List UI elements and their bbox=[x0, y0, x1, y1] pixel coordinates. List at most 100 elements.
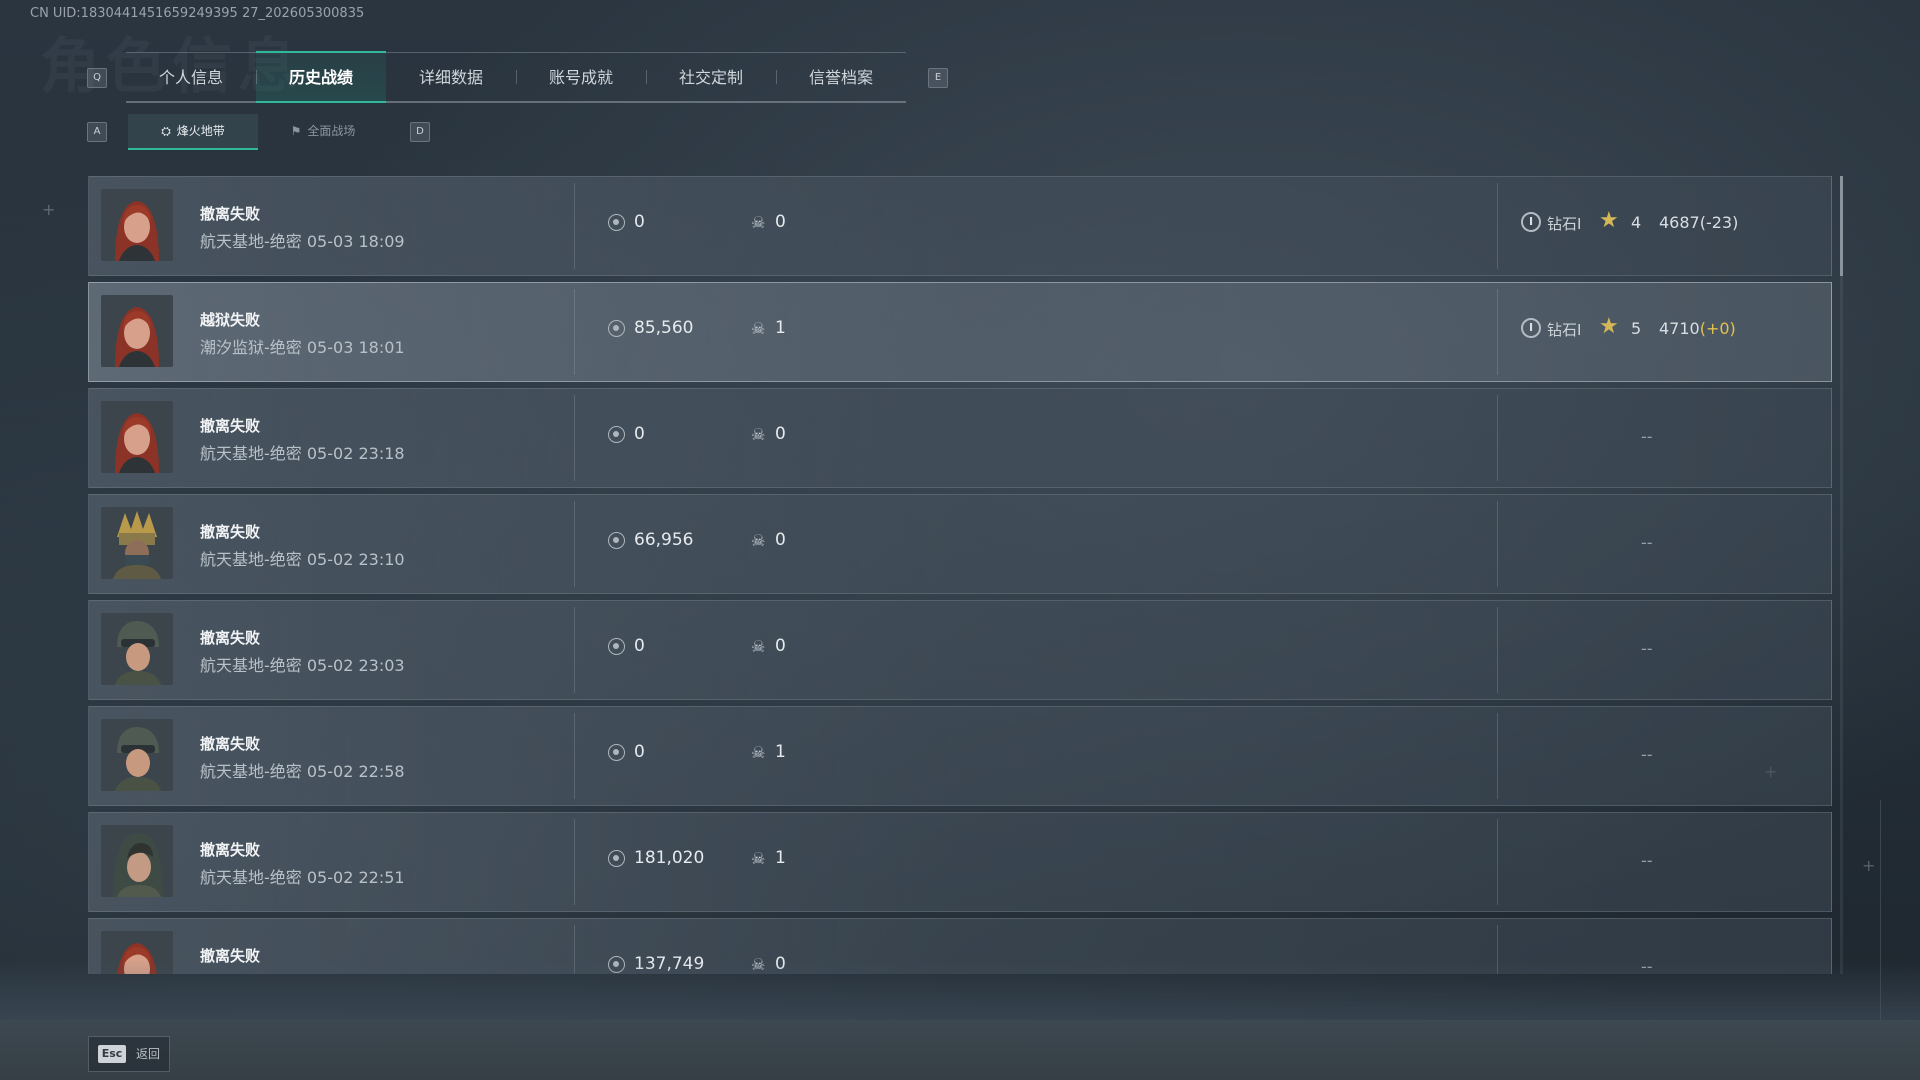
tab-2[interactable]: 历史战绩 bbox=[256, 51, 386, 103]
match-time: 05-02 23:18 bbox=[306, 444, 405, 463]
operator-avatar bbox=[101, 719, 173, 791]
match-map-time: 航天基地-绝密 05-02 23:03 bbox=[200, 652, 405, 676]
bottom-fog bbox=[0, 960, 1920, 1020]
score-value: 4710 bbox=[1659, 319, 1700, 338]
match-map-time: 航天基地-绝密 05-02 22:58 bbox=[200, 758, 405, 782]
loot-value: 0 bbox=[634, 742, 645, 762]
match-row[interactable]: 撤离失败 航天基地-绝密 05-03 18:09 0 ☠ 0 I 钻石I ★ 4 4687(-23… bbox=[88, 176, 1832, 276]
next-tab-key[interactable]: E bbox=[928, 68, 948, 88]
skull-icon: ☠ bbox=[751, 425, 766, 444]
loot-value: 0 bbox=[634, 636, 645, 656]
match-row[interactable]: 撤离失败航天基地-绝密 05-02 23:10 66,956 ☠ 0 -- bbox=[88, 494, 1832, 594]
match-row[interactable]: 撤离失败 航天基地-绝密 05-02 23:18 0 ☠ 0 -- bbox=[88, 388, 1832, 488]
match-result: 撤离失败 bbox=[200, 629, 261, 647]
subtab-2[interactable]: ⚑ 全面战场 bbox=[258, 114, 388, 148]
scrollbar-track[interactable] bbox=[1840, 176, 1843, 974]
back-button[interactable]: Esc 返回 bbox=[88, 1036, 170, 1072]
match-time: 05-02 22:51 bbox=[306, 868, 405, 887]
divider bbox=[574, 289, 575, 375]
match-result: 越狱失败 bbox=[200, 311, 261, 329]
divider bbox=[574, 501, 575, 587]
kill-count: 1 bbox=[775, 742, 786, 762]
coin-icon bbox=[608, 532, 625, 549]
coin-icon bbox=[608, 638, 625, 655]
main-tabs: 个人信息 历史战绩 详细数据 账号成就 社交定制 信誉档案 bbox=[126, 51, 906, 103]
next-subtab-key[interactable]: D bbox=[410, 122, 430, 142]
prev-tab-key[interactable]: Q bbox=[87, 68, 107, 88]
operator-avatar bbox=[101, 401, 173, 473]
loot-value: 66,956 bbox=[634, 530, 694, 550]
match-row[interactable]: 撤离失败 航天基地-绝密 05-02 22:58 0 ☠ 1 -- bbox=[88, 706, 1832, 806]
match-map: 潮汐监狱-绝密 bbox=[200, 338, 302, 357]
scrollbar-thumb[interactable] bbox=[1840, 176, 1843, 276]
divider bbox=[1497, 819, 1498, 905]
match-map-time: 潮汐监狱-绝密 05-03 18:01 bbox=[200, 334, 405, 358]
match-row[interactable]: 越狱失败 潮汐监狱-绝密 05-03 18:01 85,560 ☠ 1 I 钻石I ★ 5 471… bbox=[88, 282, 1832, 382]
operator-avatar bbox=[101, 507, 173, 579]
decor-cross: + bbox=[42, 200, 56, 219]
divider bbox=[1497, 607, 1498, 693]
prev-subtab-key[interactable]: A bbox=[87, 122, 107, 142]
score-value: 4687 bbox=[1659, 213, 1700, 232]
rank-empty: -- bbox=[1641, 427, 1653, 446]
match-row[interactable]: 撤离失败 航天基地-绝密 05-02 23:03 0 ☠ 0 -- bbox=[88, 600, 1832, 700]
battlefield-icon: ⚑ bbox=[290, 124, 302, 138]
match-map: 航天基地-绝密 bbox=[200, 444, 302, 463]
score-delta: (-23) bbox=[1699, 213, 1739, 232]
divider bbox=[574, 395, 575, 481]
operator-avatar bbox=[101, 613, 173, 685]
footer-bar bbox=[0, 1020, 1920, 1080]
divider bbox=[1497, 183, 1498, 269]
coin-icon bbox=[608, 426, 625, 443]
decor-cross: + bbox=[1862, 856, 1876, 875]
match-result: 撤离失败 bbox=[200, 841, 261, 859]
back-label: 返回 bbox=[136, 1047, 161, 1061]
star-icon: ★ bbox=[1599, 208, 1619, 233]
tab-5[interactable]: 社交定制 bbox=[646, 53, 776, 101]
subtab-label: 全面战场 bbox=[307, 124, 356, 138]
match-time: 05-02 22:58 bbox=[306, 762, 405, 781]
operator-avatar bbox=[101, 295, 173, 367]
rank-empty: -- bbox=[1641, 533, 1653, 552]
rank-icon: I bbox=[1521, 212, 1541, 232]
divider bbox=[574, 713, 575, 799]
match-map: 航天基地-绝密 bbox=[200, 656, 302, 675]
coin-icon bbox=[608, 214, 625, 231]
match-time: 05-03 18:09 bbox=[306, 232, 405, 251]
rank-empty: -- bbox=[1641, 851, 1653, 870]
score-delta: (+0) bbox=[1699, 319, 1736, 338]
subtab-label: 烽火地带 bbox=[176, 124, 225, 138]
match-map-time: 航天基地-绝密 05-02 23:10 bbox=[200, 546, 405, 570]
match-map: 航天基地-绝密 bbox=[200, 762, 302, 781]
divider bbox=[574, 819, 575, 905]
zone-icon: ⛭ bbox=[161, 124, 171, 138]
rank-score: 4710(+0) bbox=[1659, 319, 1736, 338]
tab-1[interactable]: 个人信息 bbox=[126, 53, 256, 101]
subtab-1[interactable]: ⛭ 烽火地带 bbox=[128, 114, 258, 150]
match-map: 航天基地-绝密 bbox=[200, 232, 302, 251]
tab-3[interactable]: 详细数据 bbox=[386, 53, 516, 101]
uid-label: CN UID:1830441451659249395 27_2026053008… bbox=[30, 6, 365, 21]
loot-value: 0 bbox=[634, 212, 645, 232]
match-time: 05-02 23:03 bbox=[306, 656, 405, 675]
rank-icon: I bbox=[1521, 318, 1541, 338]
skull-icon: ☠ bbox=[751, 743, 766, 762]
rank-score: 4687(-23) bbox=[1659, 213, 1738, 232]
skull-icon: ☠ bbox=[751, 319, 766, 338]
esc-key: Esc bbox=[98, 1045, 126, 1063]
match-result: 撤离失败 bbox=[200, 523, 261, 541]
kill-count: 0 bbox=[775, 530, 786, 550]
skull-icon: ☠ bbox=[751, 213, 766, 232]
rank-empty: -- bbox=[1641, 639, 1653, 658]
skull-icon: ☠ bbox=[751, 531, 766, 550]
tab-4[interactable]: 账号成就 bbox=[516, 53, 646, 101]
divider bbox=[1497, 395, 1498, 481]
match-map: 航天基地-绝密 bbox=[200, 868, 302, 887]
match-row[interactable]: 撤离失败 航天基地-绝密 05-02 22:51 181,020 ☠ 1 -- bbox=[88, 812, 1832, 912]
divider bbox=[1497, 501, 1498, 587]
loot-value: 85,560 bbox=[634, 318, 694, 338]
rank-name: 钻石I bbox=[1547, 321, 1582, 339]
match-result: 撤离失败 bbox=[200, 205, 261, 223]
star-count: 4 bbox=[1631, 213, 1642, 232]
tab-6[interactable]: 信誉档案 bbox=[776, 53, 906, 101]
